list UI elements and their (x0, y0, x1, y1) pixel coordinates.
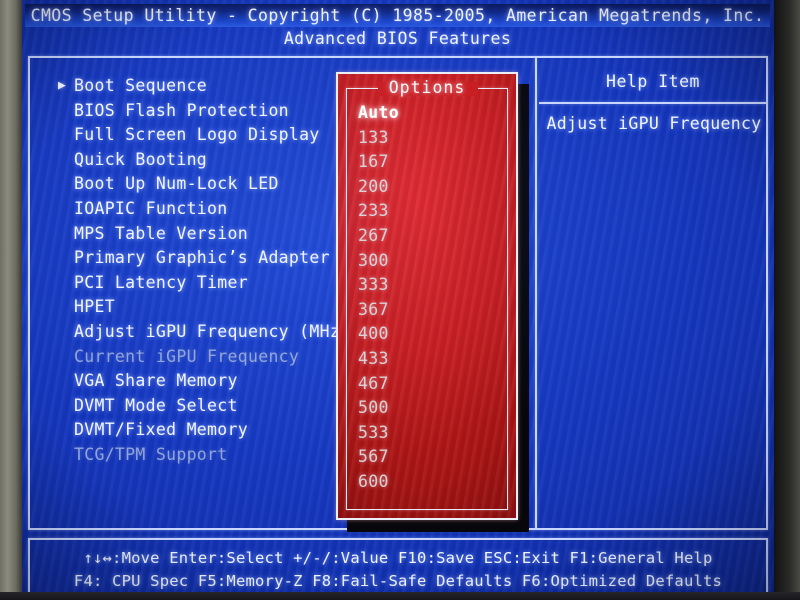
menu-item-label: VGA Share Memory (74, 371, 238, 391)
menu-item-label: MPS Table Version (74, 223, 248, 243)
option-item[interactable]: 500 (358, 396, 504, 421)
option-item[interactable]: 300 (358, 249, 504, 274)
monitor-bezel-left (0, 0, 22, 600)
menu-item-label: Full Screen Logo Display (74, 125, 320, 145)
option-item[interactable]: 133 (358, 126, 504, 151)
menu-item-label: Current iGPU Frequency (74, 346, 300, 366)
option-item[interactable]: 233 (358, 199, 504, 224)
option-item[interactable]: 567 (358, 445, 504, 470)
legend-line-1: ↑↓↔:Move Enter:Select +/-/:Value F10:Sav… (83, 549, 713, 567)
option-item[interactable]: 533 (358, 421, 504, 446)
menu-item-label: TCG/TPM Support (74, 444, 228, 464)
option-item[interactable]: 433 (358, 347, 504, 372)
menu-item-label: Primary Graphic’s Adapter (74, 248, 330, 268)
option-item[interactable]: 600 (358, 470, 504, 495)
monitor-photo: CMOS Setup Utility - Copyright (C) 1985-… (0, 0, 800, 600)
window-title-bar: CMOS Setup Utility - Copyright (C) 1985-… (25, 4, 770, 27)
menu-item-label: Boot Sequence (74, 76, 208, 95)
menu-item-label: Quick Booting (74, 149, 208, 169)
menu-item-label: BIOS Flash Protection (74, 100, 289, 120)
option-item[interactable]: 167 (358, 150, 504, 175)
menu-item-label: DVMT Mode Select (74, 395, 238, 415)
menu-item-label: DVMT/Fixed Memory (74, 420, 248, 440)
menu-item-label: Boot Up Num-Lock LED (74, 174, 279, 194)
option-item[interactable]: 267 (358, 224, 504, 249)
help-panel-title: Help Item (606, 72, 700, 91)
submenu-arrow-icon: ▶ (58, 78, 67, 93)
monitor-bezel-bottom (0, 592, 800, 600)
option-item[interactable]: 367 (358, 298, 504, 323)
help-panel-text: Adjust iGPU Frequency (546, 114, 762, 133)
monitor-bezel-right (774, 0, 800, 600)
menu-item-label: IOAPIC Function (74, 198, 228, 218)
options-popup-title: Options (388, 78, 466, 97)
option-item[interactable]: Auto (358, 101, 504, 126)
legend-line-2: F4: CPU Spec F5:Memory-Z F8:Fail-Safe De… (73, 572, 723, 590)
option-item[interactable]: 400 (358, 322, 504, 347)
options-popup[interactable]: Options Auto 133 167 200 233 267 300 333 367 400 4… (336, 72, 518, 520)
menu-item-label: PCI Latency Timer (74, 272, 248, 292)
help-panel-divider (539, 102, 767, 104)
menu-item-label: Adjust iGPU Frequency (MHz) (74, 321, 351, 341)
option-item[interactable]: 467 (358, 372, 504, 397)
page-title: Advanced BIOS Features (283, 29, 512, 48)
bios-screen: CMOS Setup Utility - Copyright (C) 1985-… (22, 0, 774, 594)
option-item[interactable]: 200 (358, 175, 504, 200)
menu-item-label: HPET (74, 297, 115, 317)
option-item[interactable]: 333 (358, 273, 504, 298)
column-divider (535, 58, 537, 528)
options-list: Auto 133 167 200 233 267 300 333 367 400 433 467 500… (358, 101, 504, 495)
